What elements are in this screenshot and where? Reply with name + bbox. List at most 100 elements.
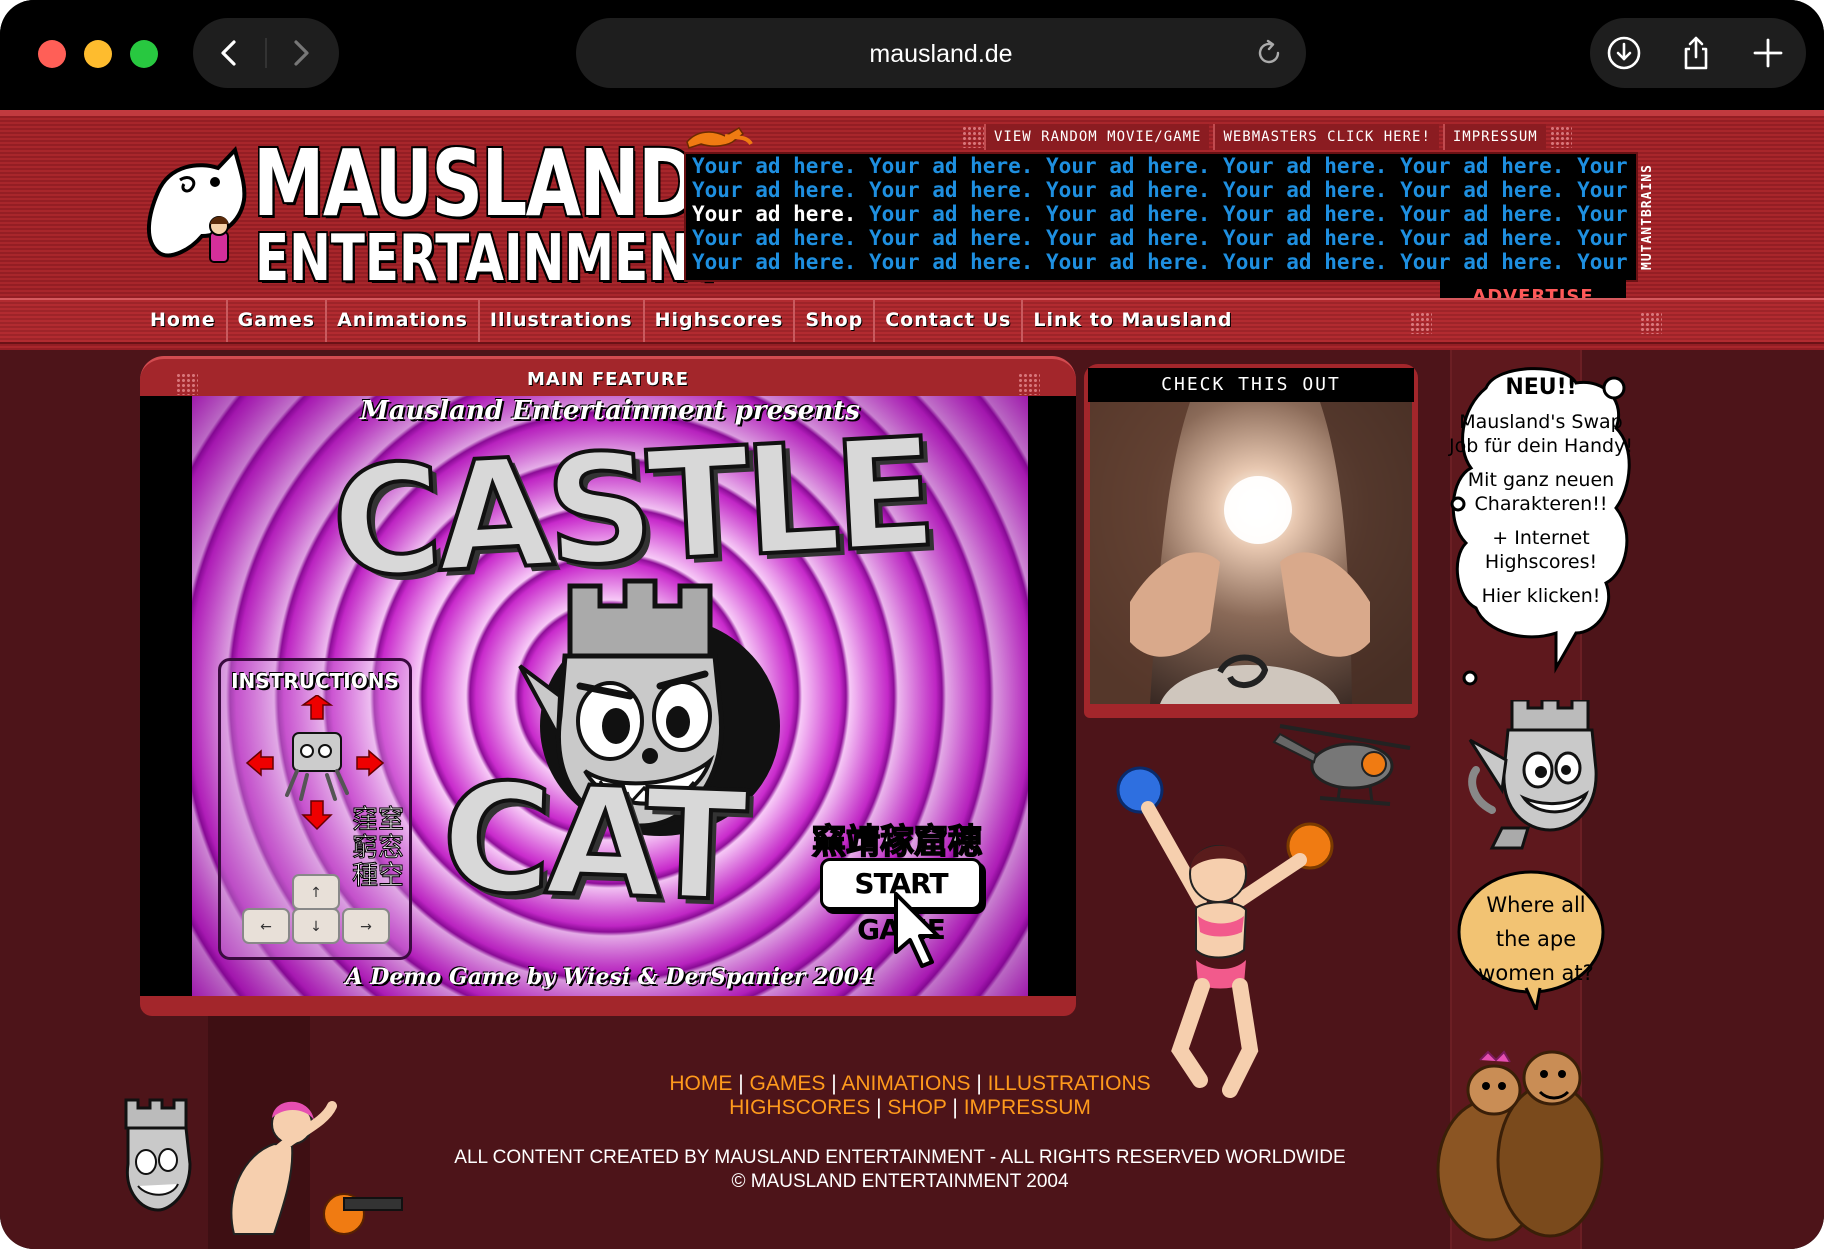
footer-highscores-link[interactable]: HIGHSCORES [729,1096,870,1119]
browser-toolbar: mausland.de [0,0,1824,110]
footer-shop-link[interactable]: SHOP [887,1096,946,1119]
ad-line: Your ad here. Your ad here. Your ad here… [686,178,1636,202]
navigation-buttons [193,18,339,88]
ad-text: Your ad here. [1046,154,1224,178]
bubble-swap-job: Mausland's Swap Job für dein Handy! [1449,411,1633,457]
ad-text: Your ad here. [1577,154,1636,178]
nav-home[interactable]: Home [140,300,228,342]
main-feature-header: MAIN FEATURE [140,356,1076,399]
nav-illustrations[interactable]: Illustrations [480,300,645,342]
ad-text: Your ad here. [1223,178,1401,202]
footer-illustrations-link[interactable]: ILLUSTRATIONS [988,1072,1151,1095]
footer-links-row2: HIGHSCORES | SHOP | IMPRESSUM [560,1096,1260,1120]
browser-actions [1590,18,1806,88]
speech-bubble-text: Where all the ape women at? [1478,893,1594,985]
ad-text: Your ad here. [869,250,1047,274]
mutantbrains-link[interactable]: MUTANTBRAINS [1640,142,1662,292]
top-link-webmasters[interactable]: WEBMASTERS CLICK HERE! [1213,124,1439,150]
game-title-cat: CAT [437,749,746,937]
reload-icon[interactable] [1254,38,1284,68]
minimize-window-button[interactable] [84,40,112,68]
footer-home-link[interactable]: HOME [669,1072,732,1095]
ad-text: Your ad here. [1400,202,1578,226]
nav-highscores[interactable]: Highscores [645,300,796,342]
ad-text: Your ad here. [869,178,1047,202]
bubble-click-here[interactable]: Hier klicken! [1446,584,1636,608]
ad-text: Your ad here. [869,154,1047,178]
mouse-mascot-logo-icon[interactable] [140,140,260,270]
running-fox-icon [686,127,753,149]
ad-text: Your ad here. [1223,250,1401,274]
ad-text: Your ad here. [1577,178,1636,202]
ad-text: Your ad here. [1400,154,1578,178]
logo-text-entertainment[interactable]: ENTERTAINMENT [255,222,724,296]
bubble-characters: Mit ganz neuen Charakteren!! [1467,469,1615,515]
kanji-line: 窯靖稼窟穂 [811,821,983,863]
forward-arrow-icon[interactable] [283,36,317,70]
bubble-neu: NEU!! [1505,375,1577,400]
share-icon[interactable] [1678,35,1714,71]
new-tab-icon[interactable] [1750,35,1786,71]
ad-text: Your ad here. [692,202,870,226]
instructions-title: INSTRUCTIONS [231,669,399,693]
footer-links-row1: HOME | GAMES | ANIMATIONS | ILLUSTRATION… [560,1072,1260,1096]
footer-separator: | [738,1072,744,1095]
main-feature-footer [140,996,1076,1016]
footer-copyright: ALL CONTENT CREATED BY MAUSLAND ENTERTAI… [300,1146,1500,1194]
ad-text: Your ad here. [1577,250,1636,274]
check-this-out-panel[interactable]: CHECK THIS OUT [1084,364,1418,718]
top-links-bar: VIEW RANDOM MOVIE/GAME WEBMASTERS CLICK … [962,124,1572,152]
ad-banner[interactable]: Your ad here. Your ad here. Your ad here… [684,152,1638,282]
game-credit: A Demo Game by Wiesi & DerSpanier 2004 [345,964,875,990]
ad-text: Your ad here. [869,226,1047,250]
nav-shop[interactable]: Shop [795,300,876,342]
top-link-random[interactable]: VIEW RANDOM MOVIE/GAME [984,124,1210,150]
main-navigation: Home Games Animations Illustrations High… [0,298,1824,344]
ad-text: Your ad here. [1223,202,1401,226]
ad-text: Your ad here. [692,178,870,202]
castle-cat-mascot-icon [1468,700,1598,850]
grip-icon [962,126,984,148]
logo-text-mausland[interactable]: MAUSLAND [253,130,698,237]
svg-text:→: → [360,919,372,935]
grip-icon [1549,126,1572,148]
nav-link-to-mausland[interactable]: Link to Mausland [1023,300,1242,342]
ad-text: Your ad here. [692,226,870,250]
grip-icon [1410,312,1432,334]
footer-animations-link[interactable]: ANIMATIONS [841,1072,970,1095]
grip-icon [1640,312,1662,334]
top-link-impressum[interactable]: IMPRESSUM [1442,124,1546,150]
thought-bubble-text[interactable]: NEU!! Mausland's Swap Job für dein Handy… [1446,376,1636,618]
castle-cat-game-banner[interactable]: Mausland Entertainment presents CASTLE C… [192,396,1028,996]
footer-separator: | [952,1096,958,1119]
bubble-highscores: + Internet Highscores! [1484,527,1598,573]
nav-separator [265,38,267,68]
address-bar[interactable]: mausland.de [576,18,1306,88]
ape-couple-icon [1436,1050,1604,1242]
footer-games-link[interactable]: GAMES [750,1072,826,1095]
footer-impressum-link[interactable]: IMPRESSUM [964,1096,1091,1119]
check-this-out-thumbnail[interactable] [1090,402,1412,704]
nav-items: Home Games Animations Illustrations High… [140,300,1243,342]
ad-text: Your ad here. [1046,178,1224,202]
site-header: MAUSLAND ENTERTAINMENT VIEW RANDOM MOVIE… [0,110,1824,350]
close-window-button[interactable] [38,40,66,68]
svg-text:↑: ↑ [310,885,322,901]
footer-links: HOME | GAMES | ANIMATIONS | ILLUSTRATION… [560,1072,1260,1120]
main-feature-panel: MAIN FEATURE Mausland Entertainment pres… [140,356,1076,1020]
download-icon[interactable] [1606,35,1642,71]
ad-text: Your ad here. [1046,226,1224,250]
ad-text: Your ad here. [1046,250,1224,274]
footer-separator: | [831,1072,837,1095]
zoom-window-button[interactable] [130,40,158,68]
ad-line: Your ad here. Your ad here. Your ad here… [686,202,1636,226]
nav-animations[interactable]: Animations [327,300,480,342]
nav-contact[interactable]: Contact Us [875,300,1024,342]
back-arrow-icon[interactable] [213,36,247,70]
ad-text: Your ad here. [1577,226,1636,250]
web-page: MAUSLAND ENTERTAINMENT VIEW RANDOM MOVIE… [0,110,1824,1249]
nav-games[interactable]: Games [228,300,328,342]
browser-window: mausland.de MAUSLAND ENTERTAINMENT VIEW … [0,0,1824,1249]
ad-line: Your ad here. Your ad here. Your ad here… [686,226,1636,250]
ad-text: Your ad here. [1400,226,1578,250]
